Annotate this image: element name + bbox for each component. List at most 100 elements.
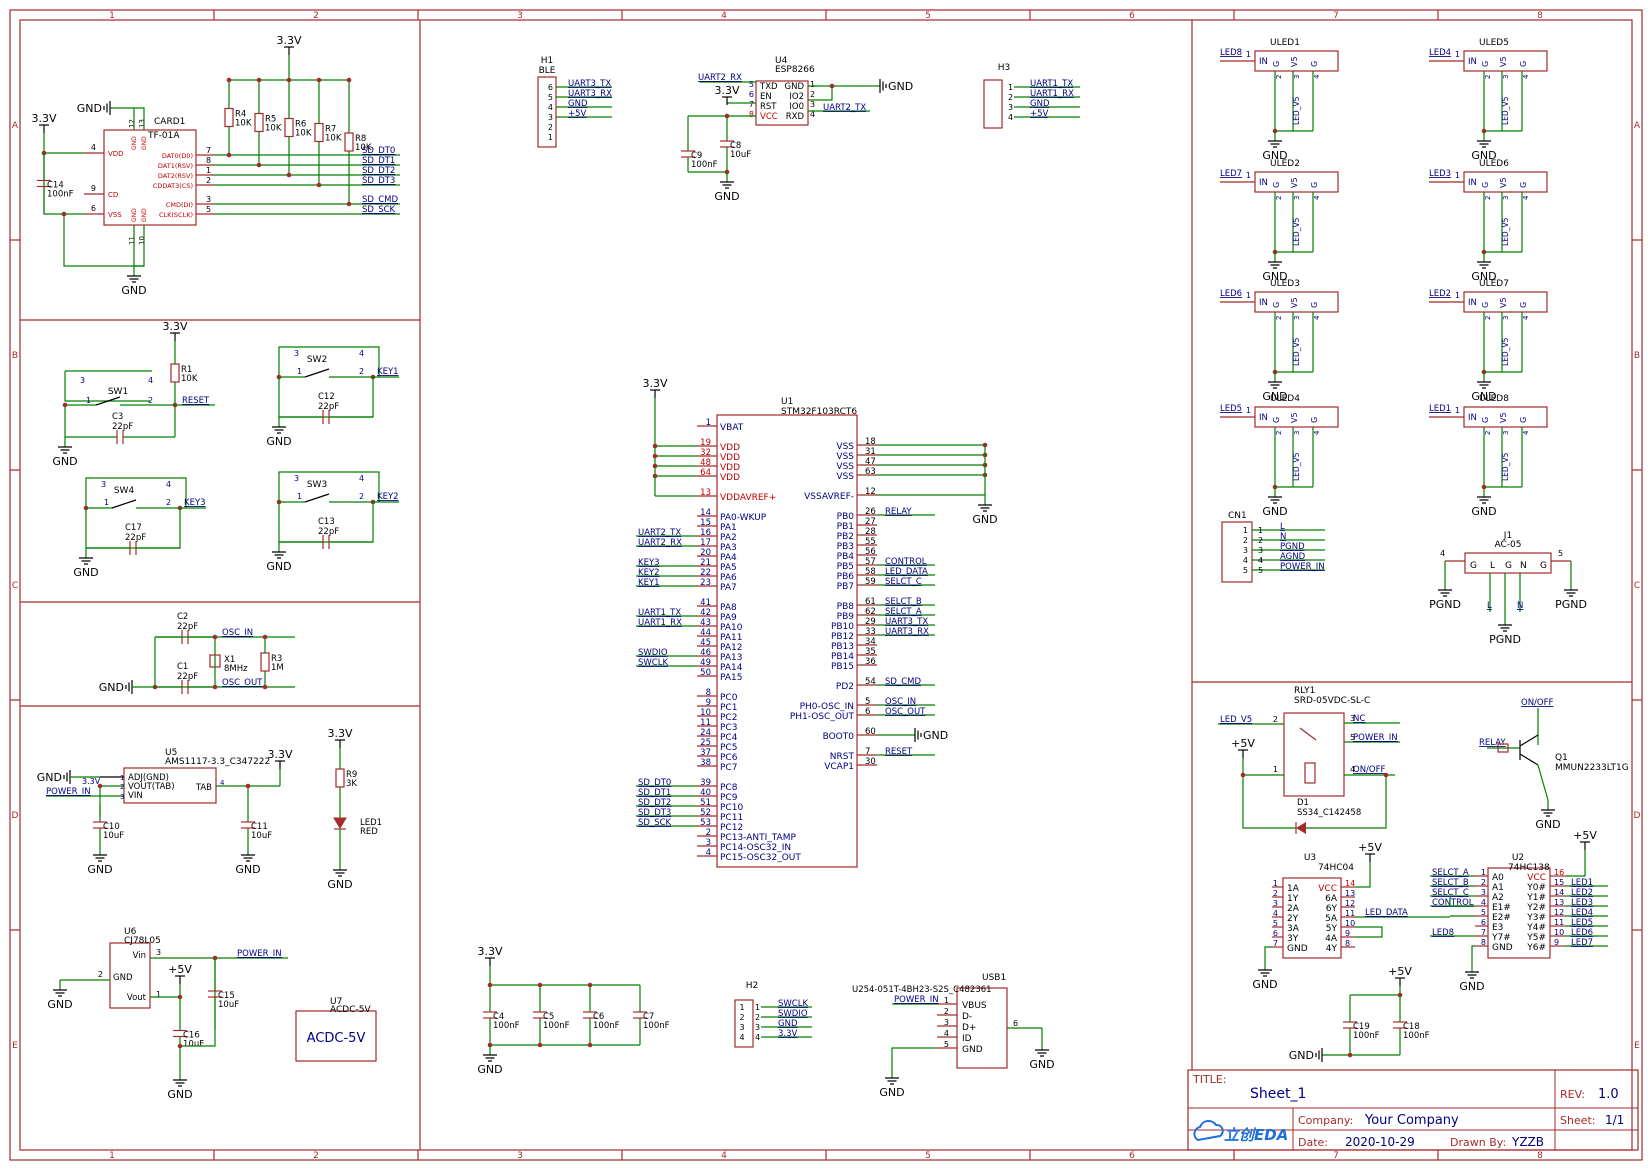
net-gnd-label: GND bbox=[1289, 1049, 1314, 1062]
label: 3 bbox=[1293, 75, 1301, 79]
cap-value: 10uF bbox=[103, 831, 124, 841]
junction-dot bbox=[1240, 772, 1246, 778]
bulk-caps-5v: +5VC19100nFC18100nFGND bbox=[1289, 965, 1430, 1062]
col-marker: 4 bbox=[721, 1151, 727, 1161]
label: Y5# bbox=[1526, 933, 1546, 943]
label: PC2 bbox=[720, 713, 737, 723]
label: 2 bbox=[1273, 889, 1278, 898]
net-label: UART3_RX bbox=[885, 627, 929, 637]
ground-icon bbox=[241, 854, 255, 862]
label: VBUS bbox=[962, 1001, 987, 1011]
uled-6: ULED7LED2 1IN G2V53G4LED_V5GND bbox=[1429, 279, 1548, 403]
label: A2 bbox=[1492, 893, 1504, 903]
junction-dot bbox=[587, 1042, 593, 1048]
uled-4: ULED6LED3 1IN G2V53G4LED_V5GND bbox=[1429, 159, 1548, 283]
label: 7 bbox=[1481, 928, 1486, 937]
junction-dot bbox=[62, 402, 68, 408]
col-marker: 2 bbox=[313, 11, 319, 21]
label: 30 bbox=[865, 757, 876, 767]
net-label: UART3_RX bbox=[568, 89, 612, 99]
label: 9 bbox=[1554, 938, 1559, 947]
label: 8 bbox=[706, 688, 711, 698]
label: PC0 bbox=[720, 693, 738, 703]
label: 1 bbox=[1455, 291, 1460, 300]
label: 3 bbox=[101, 480, 106, 489]
res-value: 10K bbox=[181, 374, 198, 384]
net-label: SD_DT1 bbox=[638, 788, 671, 798]
label: 4 bbox=[755, 1033, 760, 1042]
label: 4 bbox=[1273, 909, 1278, 918]
label: 3 bbox=[1293, 431, 1301, 435]
label: A0 bbox=[1492, 873, 1504, 883]
cap-value: 10uF bbox=[183, 1040, 204, 1050]
label: 35 bbox=[865, 647, 876, 657]
label: 5 bbox=[1558, 549, 1563, 558]
cap-value: 10uF bbox=[218, 1000, 239, 1010]
label: 4 bbox=[1440, 549, 1445, 558]
key-block-2: 3 4 SW4 1 2 C1722pF KEY3 GND bbox=[73, 477, 206, 579]
net-label: RESET bbox=[182, 396, 210, 406]
label: G bbox=[1272, 302, 1281, 308]
sheet-title: Sheet_1 bbox=[1250, 1086, 1306, 1102]
ground-icon bbox=[173, 1079, 187, 1087]
net-label: LED_DATA bbox=[1365, 908, 1408, 918]
label: 3A bbox=[1287, 924, 1300, 934]
net-gnd-label: GND bbox=[37, 771, 62, 784]
label: 1 bbox=[1258, 526, 1263, 535]
key-block-1: 3 4 SW2 1 2 C1222pF KEY1 GND bbox=[266, 346, 399, 448]
label: IN bbox=[1259, 178, 1268, 188]
label: 2 bbox=[166, 498, 171, 507]
label: PB6 bbox=[837, 572, 855, 582]
net-gnd-label: GND bbox=[714, 190, 739, 203]
label: Y3# bbox=[1526, 913, 1546, 923]
label: 5 bbox=[1243, 566, 1248, 575]
power-label: +5V bbox=[1358, 841, 1382, 854]
net-label: KEY1 bbox=[377, 367, 399, 377]
net-gnd-label: GND bbox=[235, 863, 260, 876]
label: BOOT0 bbox=[823, 732, 855, 742]
label: 1 bbox=[1455, 171, 1460, 180]
label: 7 bbox=[865, 747, 870, 757]
label: AMS1117-3.3_C347222 bbox=[165, 757, 270, 767]
power-label: 3.3V bbox=[276, 34, 301, 47]
net-label: LED4 bbox=[1571, 908, 1593, 918]
label: 44 bbox=[700, 628, 711, 638]
label: 3 bbox=[706, 838, 711, 848]
label: 3 bbox=[755, 1023, 760, 1032]
ground-icon bbox=[720, 181, 734, 189]
label: 1 bbox=[1246, 291, 1251, 300]
label: VSS bbox=[836, 462, 854, 472]
label: PB13 bbox=[831, 642, 854, 652]
wire bbox=[304, 493, 330, 503]
cap-value: 22pF bbox=[177, 672, 198, 682]
res-value: 10K bbox=[265, 124, 282, 134]
cap-ref: C2 bbox=[177, 612, 188, 622]
label: PB5 bbox=[837, 562, 854, 572]
power-label: 3.3V bbox=[31, 112, 56, 125]
label: 10 bbox=[1554, 928, 1564, 937]
label: PC11 bbox=[720, 813, 743, 823]
ground-icon bbox=[1315, 1048, 1323, 1062]
label: 31 bbox=[865, 447, 876, 457]
net-gnd-label: GND bbox=[77, 102, 102, 115]
label: PA11 bbox=[720, 633, 742, 643]
label: 3 bbox=[810, 100, 815, 109]
label: 4 bbox=[1522, 315, 1530, 320]
label: G bbox=[1310, 182, 1319, 188]
wire bbox=[1355, 862, 1371, 888]
label: 5 bbox=[1258, 566, 1263, 575]
col-marker: 3 bbox=[517, 11, 523, 21]
label: D1 bbox=[1297, 798, 1309, 808]
label: A1 bbox=[1492, 883, 1504, 893]
junction-dot bbox=[346, 201, 352, 207]
cn1-connector: CN1 1 1 L 2 2 N 3 3 PGND 4 4 AGND 5 5 POWER_IN bbox=[1221, 511, 1325, 583]
label: 8 bbox=[749, 110, 754, 119]
junction-dot bbox=[245, 783, 251, 789]
cap-ref: C1 bbox=[177, 662, 188, 672]
h3-body bbox=[983, 79, 1003, 129]
ground-icon bbox=[1438, 589, 1452, 597]
net-label: L bbox=[1280, 522, 1285, 532]
net-gnd-label: GND bbox=[121, 284, 146, 297]
label: VBAT bbox=[720, 423, 744, 433]
net-gnd-label: GND bbox=[1029, 1058, 1054, 1071]
